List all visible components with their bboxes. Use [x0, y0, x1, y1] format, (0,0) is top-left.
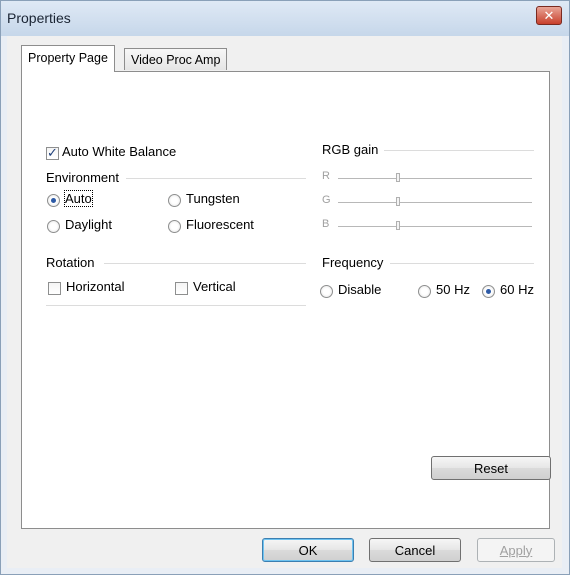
rotation-group-label: Rotation: [46, 255, 95, 270]
frequency-60hz-radio[interactable]: [482, 285, 495, 298]
environment-tungsten-label[interactable]: Tungsten: [186, 191, 240, 206]
rotation-horizontal-label[interactable]: Horizontal: [66, 279, 125, 294]
auto-white-balance-label[interactable]: Auto White Balance: [62, 144, 176, 159]
environment-tungsten-radio[interactable]: [168, 194, 181, 207]
environment-divider: [126, 178, 306, 179]
rgb-gain-b-track[interactable]: [338, 226, 532, 227]
environment-auto-radio[interactable]: [47, 194, 60, 207]
rotation-vertical-label[interactable]: Vertical: [193, 279, 236, 294]
property-page-panel: Auto White Balance Environment Auto Tung…: [21, 71, 551, 529]
frequency-50hz-radio[interactable]: [418, 285, 431, 298]
frequency-disable-radio[interactable]: [320, 285, 333, 298]
environment-fluorescent-label[interactable]: Fluorescent: [186, 217, 254, 232]
tab-video-proc-amp[interactable]: Video Proc Amp: [124, 48, 228, 70]
dialog-client-area: Property Page Video Proc Amp Auto White …: [7, 36, 562, 568]
rgb-gain-g-track[interactable]: [338, 202, 532, 203]
rgb-gain-g-slider[interactable]: [396, 197, 400, 206]
frequency-50hz-label[interactable]: 50 Hz: [436, 282, 470, 297]
rgb-gain-r-slider[interactable]: [396, 173, 400, 182]
environment-group-label: Environment: [46, 170, 119, 185]
cancel-button-label: Cancel: [394, 542, 436, 558]
rgb-gain-b-slider[interactable]: [396, 221, 400, 230]
ok-button[interactable]: OK: [262, 538, 354, 562]
frequency-disable-label[interactable]: Disable: [338, 282, 381, 297]
ok-button-label: OK: [298, 542, 318, 558]
apply-button[interactable]: Apply: [477, 538, 555, 562]
environment-daylight-label[interactable]: Daylight: [65, 217, 112, 232]
close-button[interactable]: ✕: [536, 6, 562, 25]
frequency-divider: [390, 263, 534, 264]
apply-button-label: Apply: [499, 542, 533, 558]
reset-button-label: Reset: [474, 460, 508, 476]
window-title: Properties: [7, 10, 71, 26]
rgb-gain-g-label: G: [322, 194, 331, 206]
rotation-divider: [104, 263, 306, 264]
auto-white-balance-checkbox[interactable]: [46, 145, 59, 161]
tab-property-page[interactable]: Property Page: [21, 45, 115, 72]
cancel-button[interactable]: Cancel: [369, 538, 461, 562]
rotation-horizontal-checkbox[interactable]: [48, 282, 61, 295]
properties-dialog: Properties ✕ Property Page Video Proc Am…: [0, 0, 570, 575]
rotation-bottom-divider: [46, 305, 306, 306]
rotation-vertical-checkbox[interactable]: [175, 282, 188, 295]
frequency-60hz-label[interactable]: 60 Hz: [500, 282, 534, 297]
rgb-gain-divider: [384, 150, 534, 151]
rgb-gain-r-track[interactable]: [338, 178, 532, 179]
environment-auto-label[interactable]: Auto: [64, 190, 93, 207]
rgb-gain-r-label: R: [322, 170, 330, 182]
reset-button[interactable]: Reset: [431, 456, 551, 480]
environment-daylight-radio[interactable]: [47, 220, 60, 233]
close-icon: ✕: [543, 7, 555, 23]
rgb-gain-b-label: B: [322, 218, 330, 230]
frequency-group-label: Frequency: [322, 255, 384, 270]
environment-fluorescent-radio[interactable]: [168, 220, 181, 233]
title-bar[interactable]: Properties ✕: [1, 1, 569, 36]
rgb-gain-group-label: RGB gain: [322, 142, 379, 157]
